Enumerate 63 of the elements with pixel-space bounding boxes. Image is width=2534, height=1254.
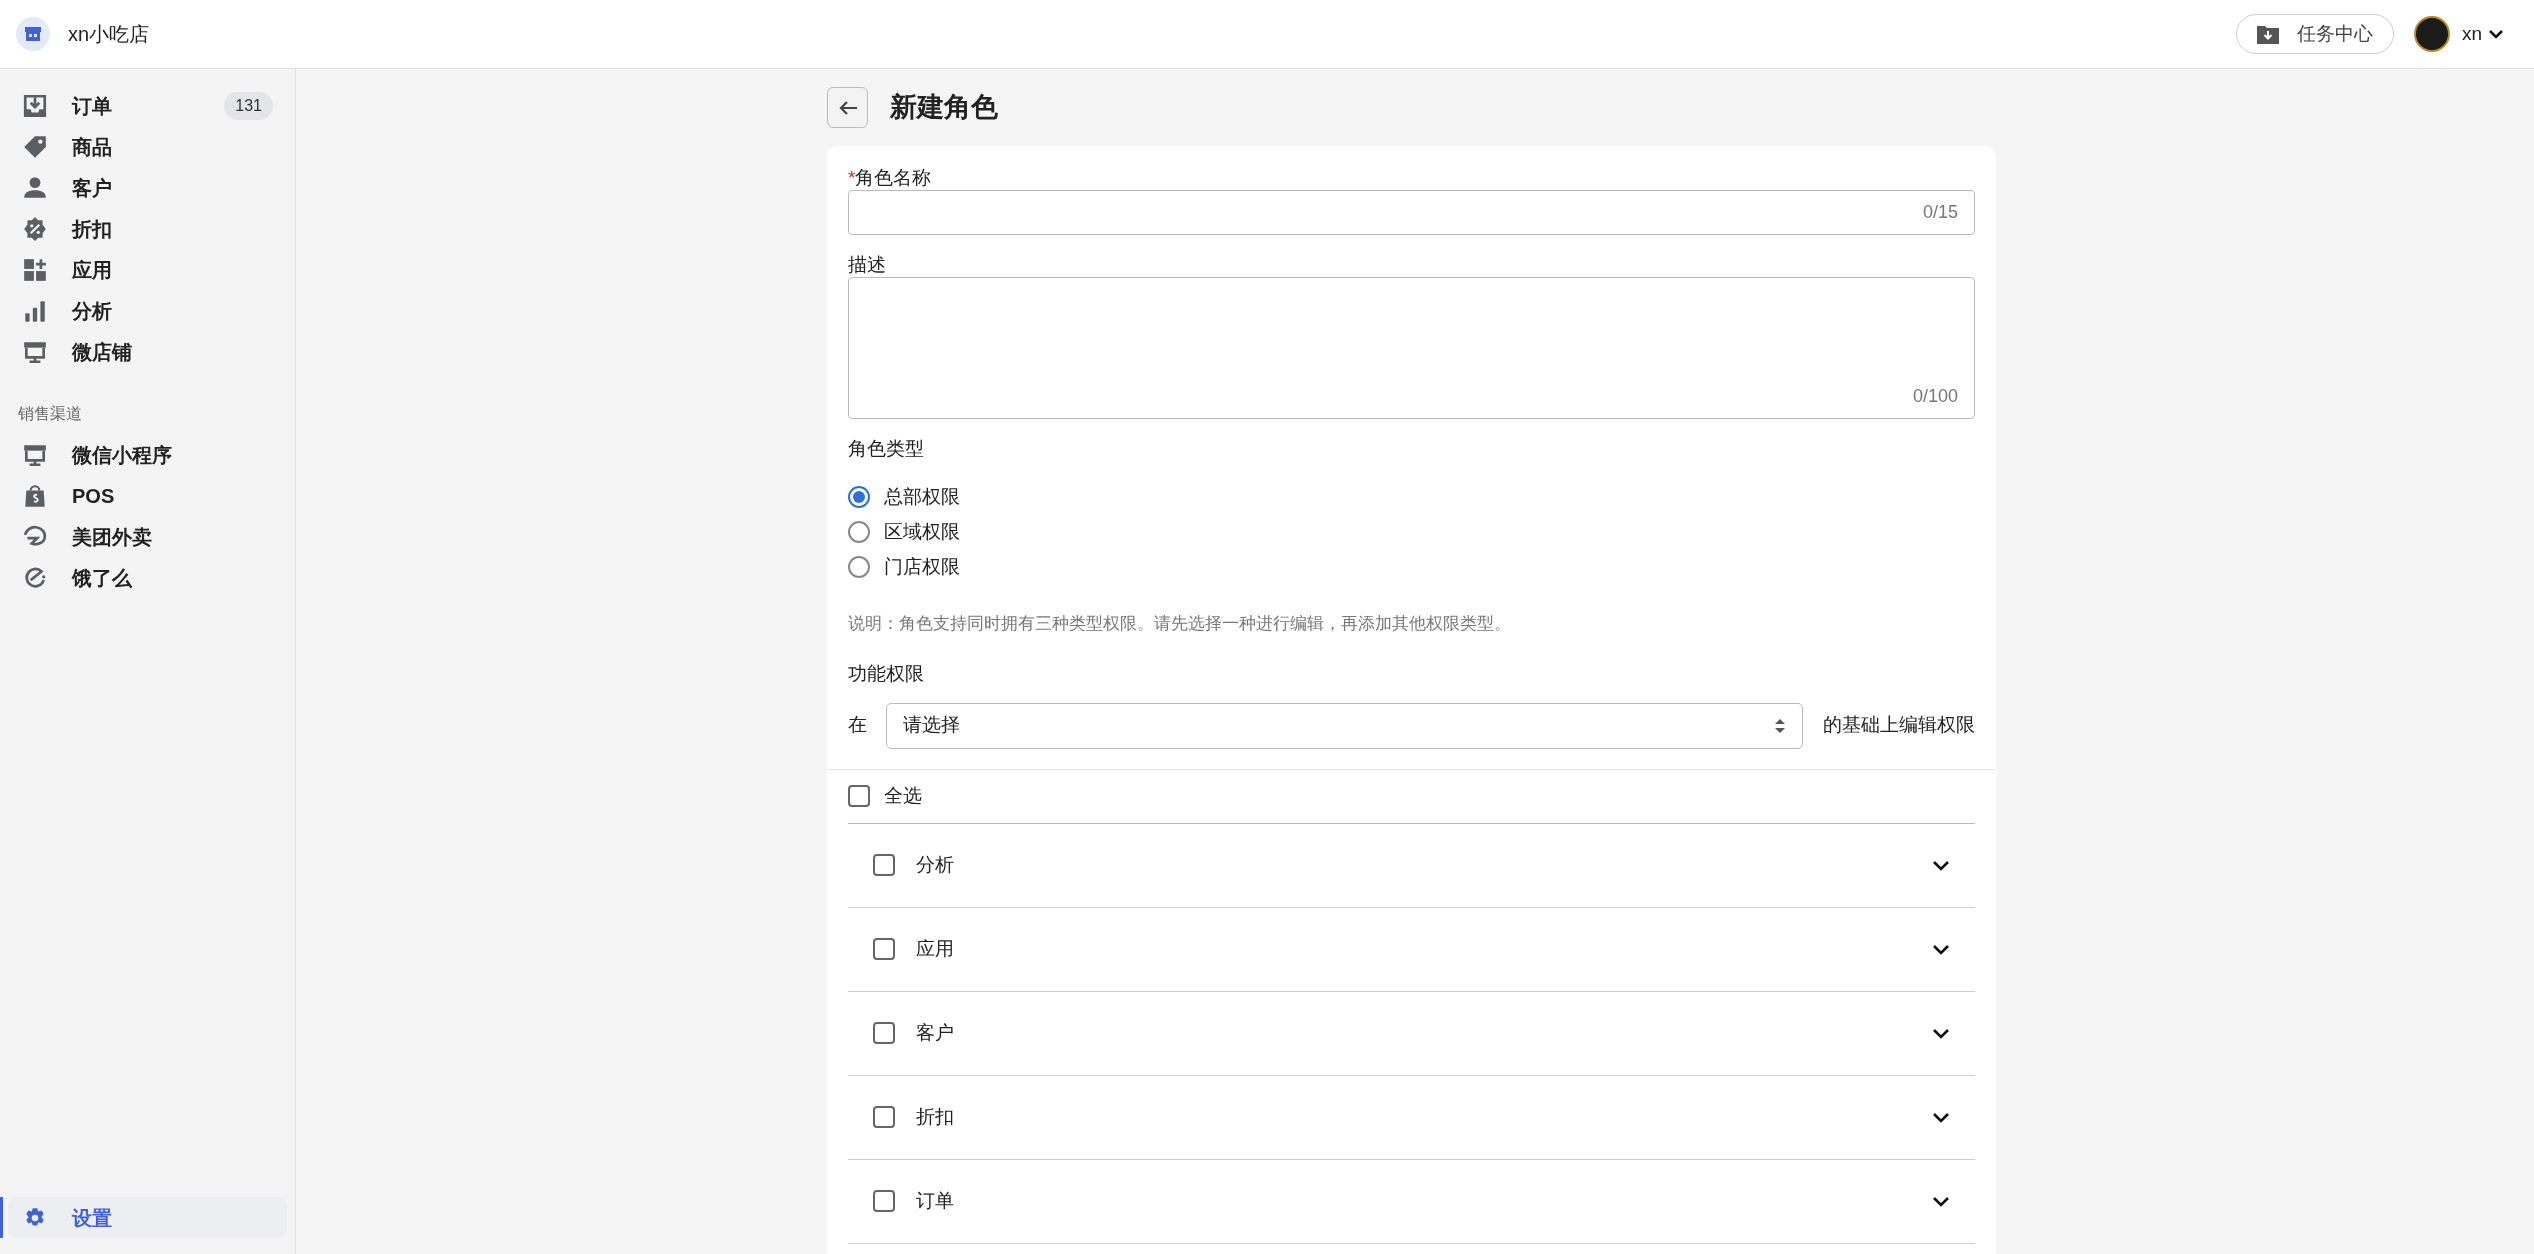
back-button[interactable] bbox=[827, 87, 868, 128]
chevron-down-icon bbox=[1932, 859, 1950, 871]
shopping-bag-icon bbox=[22, 482, 48, 509]
person-icon bbox=[22, 174, 48, 201]
chevron-down-icon bbox=[1932, 1195, 1950, 1207]
user-menu-button[interactable]: xn bbox=[2461, 19, 2504, 49]
module-label: 客户 bbox=[916, 1020, 955, 1045]
module-label: 订单 bbox=[916, 1188, 955, 1213]
count-badge: 131 bbox=[224, 91, 273, 120]
page-title: 新建角色 bbox=[890, 91, 998, 125]
radio-option[interactable]: 区域权限 bbox=[848, 514, 960, 550]
arrow-left-icon bbox=[837, 99, 858, 116]
sidebar-item[interactable]: 设置 bbox=[8, 1197, 287, 1238]
checkbox[interactable] bbox=[873, 1190, 895, 1212]
help-text: 说明：角色支持同时拥有三种类型权限。请先选择一种进行编辑，再添加其他权限类型。 bbox=[848, 612, 1512, 635]
field-label: *角色名称 bbox=[848, 166, 933, 190]
chevron-down-icon bbox=[1932, 1027, 1950, 1039]
sidebar-item[interactable]: 订单 131 bbox=[8, 85, 287, 126]
field-label: 功能权限 bbox=[848, 662, 925, 686]
inbox-download-icon bbox=[22, 92, 48, 119]
description-field[interactable]: 0/100 bbox=[848, 277, 1975, 419]
checkbox[interactable] bbox=[873, 854, 895, 876]
sidebar-item[interactable]: 微店铺 bbox=[8, 331, 287, 372]
radio-option[interactable]: 总部权限 bbox=[848, 479, 960, 515]
role-name-field[interactable]: 0/15 bbox=[848, 190, 1975, 235]
select-suffix: 的基础上编辑权限 bbox=[1823, 713, 1975, 738]
checkbox[interactable] bbox=[848, 785, 870, 807]
base-role-select[interactable]: 请选择 bbox=[886, 702, 1803, 749]
user-avatar[interactable] bbox=[2413, 16, 2450, 52]
checkbox-label: 全选 bbox=[884, 783, 922, 808]
character-counter: 0/100 bbox=[1912, 385, 1958, 408]
field-label: 描述 bbox=[848, 253, 887, 277]
sidebar-item[interactable]: POS bbox=[8, 475, 287, 516]
chevron-down-icon bbox=[2488, 29, 2504, 39]
checkbox[interactable] bbox=[873, 1022, 895, 1044]
storefront-logo-icon bbox=[16, 17, 50, 51]
checkbox[interactable] bbox=[873, 1106, 895, 1128]
module-label: 应用 bbox=[916, 936, 955, 961]
checkbox[interactable] bbox=[873, 938, 895, 960]
sidebar-item[interactable]: 商品 bbox=[8, 126, 287, 167]
download-folder-icon bbox=[2256, 24, 2279, 44]
tag-icon bbox=[22, 133, 48, 160]
module-label: 折扣 bbox=[916, 1104, 955, 1129]
chevron-down-icon bbox=[1932, 943, 1950, 955]
sidebar-item[interactable]: 美团外卖 bbox=[8, 516, 287, 557]
sidebar-item[interactable]: 折扣 bbox=[8, 208, 287, 249]
sidebar-item[interactable]: 应用 bbox=[8, 249, 287, 290]
section-label: 销售渠道 bbox=[18, 404, 83, 424]
shop-name: xn小吃店 bbox=[68, 22, 150, 47]
radio-option[interactable]: 门店权限 bbox=[848, 549, 960, 585]
chevron-down-icon bbox=[1932, 1111, 1950, 1123]
discount-badge-icon bbox=[22, 215, 48, 242]
sidebar-item[interactable]: 客户 bbox=[8, 167, 287, 208]
sidebar-item[interactable]: 饿了么 bbox=[8, 557, 287, 598]
character-counter: 0/15 bbox=[1922, 201, 1958, 224]
field-label: 角色类型 bbox=[848, 437, 925, 461]
task-center-button[interactable]: 任务中心 bbox=[2235, 14, 2394, 54]
module-label: 分析 bbox=[916, 852, 955, 877]
sidebar-item[interactable]: 微信小程序 bbox=[8, 434, 287, 475]
apps-grid-icon bbox=[22, 256, 48, 283]
select-prefix: 在 bbox=[848, 713, 868, 738]
sidebar-item[interactable]: 分析 bbox=[8, 290, 287, 331]
sort-arrows-icon bbox=[1774, 717, 1786, 734]
